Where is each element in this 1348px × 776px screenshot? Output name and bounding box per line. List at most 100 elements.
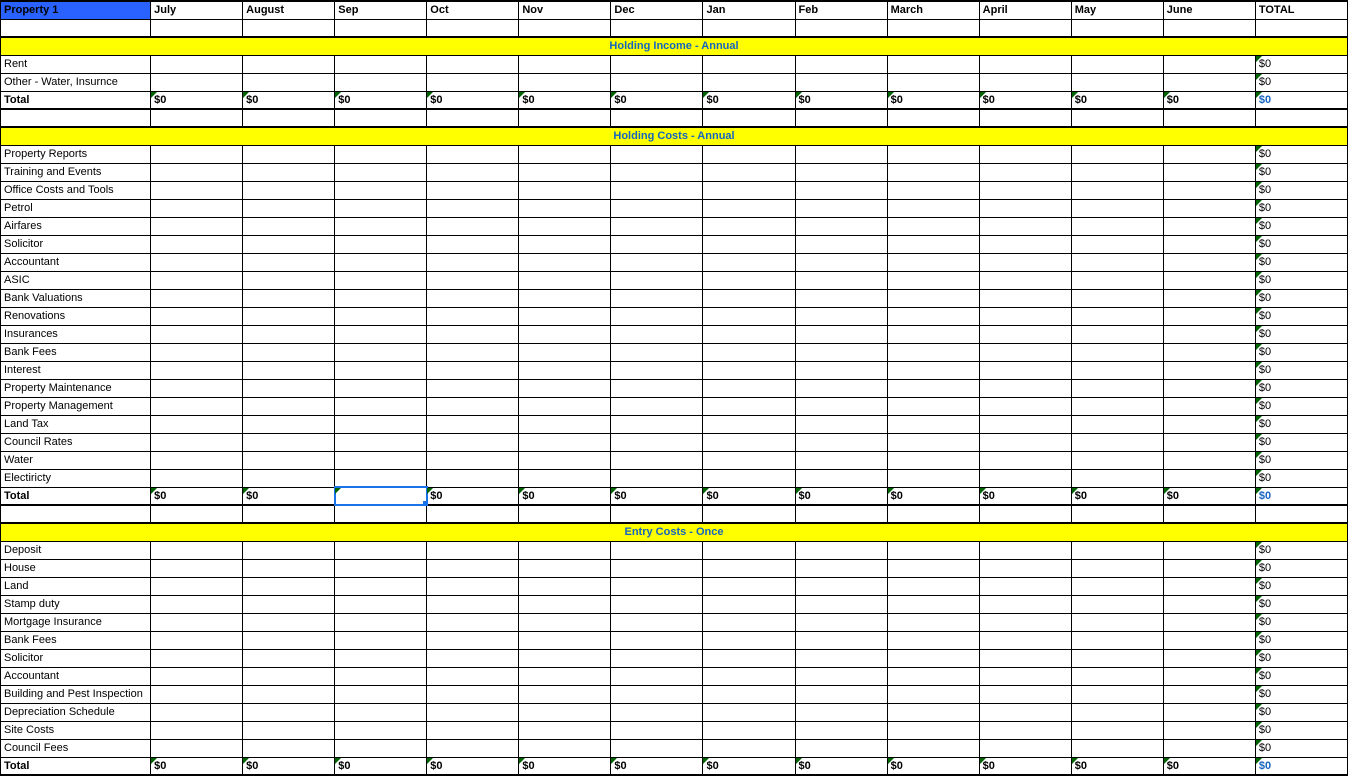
data-cell[interactable]	[243, 649, 335, 667]
data-cell[interactable]	[151, 181, 243, 199]
data-cell[interactable]	[703, 235, 795, 253]
data-cell[interactable]	[427, 397, 519, 415]
row-total[interactable]: $0	[1255, 379, 1347, 397]
data-cell[interactable]	[1163, 631, 1255, 649]
data-cell[interactable]	[1071, 163, 1163, 181]
data-cell[interactable]	[151, 541, 243, 559]
data-cell[interactable]	[1071, 613, 1163, 631]
data-cell[interactable]	[703, 253, 795, 271]
data-cell[interactable]	[151, 343, 243, 361]
data-cell[interactable]	[243, 595, 335, 613]
data-cell[interactable]	[519, 541, 611, 559]
total-month-cell[interactable]: $0	[1071, 757, 1163, 775]
row-label[interactable]: Building and Pest Inspection	[1, 685, 151, 703]
data-cell[interactable]	[335, 595, 427, 613]
data-cell[interactable]	[1071, 55, 1163, 73]
data-cell[interactable]	[1163, 415, 1255, 433]
data-cell[interactable]	[519, 631, 611, 649]
spacer-cell[interactable]	[427, 109, 519, 127]
data-cell[interactable]	[427, 199, 519, 217]
data-cell[interactable]	[979, 739, 1071, 757]
data-cell[interactable]	[427, 379, 519, 397]
data-cell[interactable]	[1163, 595, 1255, 613]
data-cell[interactable]	[427, 181, 519, 199]
data-cell[interactable]	[703, 559, 795, 577]
data-cell[interactable]	[519, 163, 611, 181]
total-month-cell[interactable]: $0	[151, 757, 243, 775]
data-cell[interactable]	[519, 415, 611, 433]
data-cell[interactable]	[795, 379, 887, 397]
spacer-cell[interactable]	[335, 505, 427, 523]
data-cell[interactable]	[1163, 397, 1255, 415]
data-cell[interactable]	[151, 235, 243, 253]
data-cell[interactable]	[151, 433, 243, 451]
data-cell[interactable]	[151, 451, 243, 469]
spacer-cell[interactable]	[1163, 19, 1255, 37]
data-cell[interactable]	[703, 217, 795, 235]
row-label[interactable]: Stamp duty	[1, 595, 151, 613]
data-cell[interactable]	[243, 739, 335, 757]
data-cell[interactable]	[427, 721, 519, 739]
data-cell[interactable]	[703, 739, 795, 757]
row-label[interactable]: Airfares	[1, 217, 151, 235]
data-cell[interactable]	[1163, 559, 1255, 577]
data-cell[interactable]	[151, 379, 243, 397]
data-cell[interactable]	[887, 379, 979, 397]
data-cell[interactable]	[979, 253, 1071, 271]
data-cell[interactable]	[427, 685, 519, 703]
data-cell[interactable]	[243, 325, 335, 343]
data-cell[interactable]	[703, 199, 795, 217]
row-label[interactable]: Deposit	[1, 541, 151, 559]
data-cell[interactable]	[611, 433, 703, 451]
data-cell[interactable]	[979, 631, 1071, 649]
data-cell[interactable]	[979, 685, 1071, 703]
data-cell[interactable]	[427, 145, 519, 163]
row-total[interactable]: $0	[1255, 577, 1347, 595]
data-cell[interactable]	[1071, 703, 1163, 721]
data-cell[interactable]	[335, 577, 427, 595]
data-cell[interactable]	[427, 253, 519, 271]
data-cell[interactable]	[427, 667, 519, 685]
data-cell[interactable]	[887, 307, 979, 325]
data-cell[interactable]	[887, 235, 979, 253]
data-cell[interactable]	[243, 55, 335, 73]
total-month-cell[interactable]: $0	[887, 757, 979, 775]
data-cell[interactable]	[1071, 685, 1163, 703]
data-cell[interactable]	[979, 235, 1071, 253]
data-cell[interactable]	[151, 613, 243, 631]
spacer-cell[interactable]	[1163, 505, 1255, 523]
data-cell[interactable]	[979, 667, 1071, 685]
spacer-cell[interactable]	[151, 19, 243, 37]
spacer-cell[interactable]	[243, 109, 335, 127]
data-cell[interactable]	[335, 217, 427, 235]
row-total[interactable]: $0	[1255, 253, 1347, 271]
data-cell[interactable]	[887, 685, 979, 703]
data-cell[interactable]	[1163, 667, 1255, 685]
row-label[interactable]: Electiricty	[1, 469, 151, 487]
data-cell[interactable]	[243, 631, 335, 649]
row-total[interactable]: $0	[1255, 451, 1347, 469]
data-cell[interactable]	[1071, 73, 1163, 91]
total-month-cell[interactable]: $0	[979, 757, 1071, 775]
data-cell[interactable]	[887, 55, 979, 73]
data-cell[interactable]	[519, 397, 611, 415]
data-cell[interactable]	[887, 721, 979, 739]
data-cell[interactable]	[979, 199, 1071, 217]
data-cell[interactable]	[887, 397, 979, 415]
data-cell[interactable]	[1163, 289, 1255, 307]
data-cell[interactable]	[243, 667, 335, 685]
data-cell[interactable]	[427, 217, 519, 235]
total-month-cell[interactable]: $0	[243, 91, 335, 109]
data-cell[interactable]	[887, 667, 979, 685]
data-cell[interactable]	[795, 685, 887, 703]
data-cell[interactable]	[795, 307, 887, 325]
row-label[interactable]: Accountant	[1, 667, 151, 685]
data-cell[interactable]	[335, 397, 427, 415]
data-cell[interactable]	[1163, 361, 1255, 379]
data-cell[interactable]	[243, 469, 335, 487]
data-cell[interactable]	[427, 541, 519, 559]
spacer-cell[interactable]	[243, 505, 335, 523]
data-cell[interactable]	[611, 649, 703, 667]
total-month-cell[interactable]: $0	[611, 91, 703, 109]
total-month-cell[interactable]: $0	[151, 91, 243, 109]
